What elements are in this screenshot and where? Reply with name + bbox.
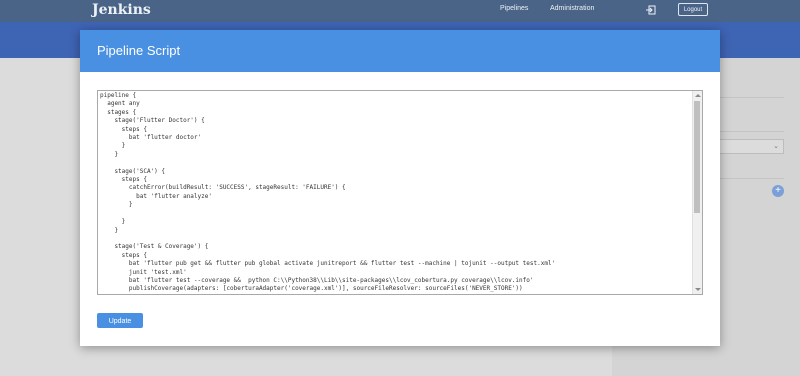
exit-icon[interactable] xyxy=(646,5,656,15)
panel-divider xyxy=(716,131,784,132)
top-navbar: Jenkins Pipelines Administration Logout xyxy=(0,0,800,22)
nav-link-pipelines[interactable]: Pipelines xyxy=(500,5,528,12)
nav-link-administration[interactable]: Administration xyxy=(550,5,594,12)
chevron-down-icon: ⌄ xyxy=(773,143,779,150)
scroll-up-arrow-icon[interactable] xyxy=(695,94,701,97)
scroll-thumb[interactable] xyxy=(694,101,700,213)
modal-header: Pipeline Script xyxy=(80,30,720,72)
update-button[interactable]: Update xyxy=(97,313,143,328)
scroll-down-arrow-icon[interactable] xyxy=(695,288,701,291)
panel-divider xyxy=(716,97,784,98)
jenkins-brand-logo[interactable]: Jenkins xyxy=(92,2,151,18)
pipeline-script-modal: Pipeline Script pipeline { agent any sta… xyxy=(80,30,720,346)
modal-title: Pipeline Script xyxy=(97,43,181,58)
panel-divider xyxy=(716,178,784,179)
add-icon[interactable]: + xyxy=(772,185,784,197)
panel-select[interactable]: ⌄ xyxy=(716,139,784,154)
pipeline-script-editor[interactable]: pipeline { agent any stages { stage('Flu… xyxy=(97,90,703,295)
editor-scrollbar[interactable] xyxy=(692,91,702,294)
script-text[interactable]: pipeline { agent any stages { stage('Flu… xyxy=(100,92,555,294)
logout-button[interactable]: Logout xyxy=(678,3,708,16)
